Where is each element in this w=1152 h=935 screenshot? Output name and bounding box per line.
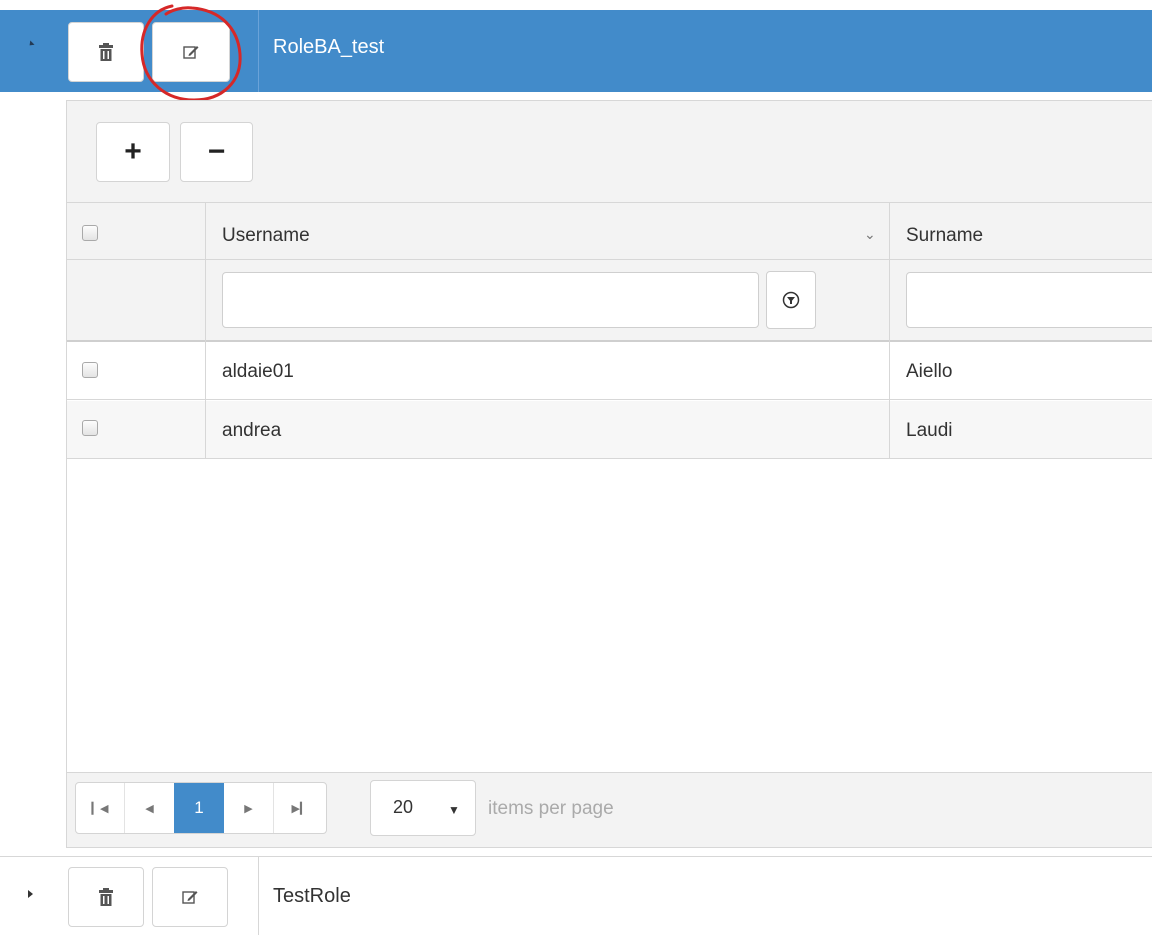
- add-user-button[interactable]: +: [96, 122, 170, 182]
- minus-icon: −: [207, 135, 226, 168]
- cell-surname: Aiello: [906, 361, 953, 382]
- page-number-button[interactable]: 1: [174, 783, 224, 833]
- expand-arrow-icon[interactable]: [28, 890, 33, 898]
- delete-role-button[interactable]: [68, 22, 144, 82]
- delete-role-button[interactable]: [68, 867, 144, 927]
- column-divider: [889, 203, 890, 459]
- items-per-page-label: items per page: [488, 798, 614, 819]
- row-divider: [258, 10, 259, 92]
- surname-filter-input[interactable]: [906, 272, 1152, 328]
- edit-role-button[interactable]: [152, 867, 228, 927]
- trash-icon: [99, 888, 113, 906]
- trash-icon: [99, 43, 113, 61]
- last-page-button[interactable]: ▶▎: [274, 783, 326, 833]
- role-name[interactable]: TestRole: [273, 885, 351, 908]
- username-filter-input[interactable]: [222, 272, 759, 328]
- column-header-username[interactable]: Username: [222, 225, 310, 247]
- cell-username: andrea: [222, 420, 282, 441]
- filter-icon: [782, 291, 800, 309]
- edit-icon: [183, 46, 199, 59]
- select-all-checkbox[interactable]: [82, 225, 98, 241]
- chevron-down-icon[interactable]: ⌄: [864, 226, 876, 243]
- row-divider: [258, 856, 259, 935]
- cell-username: aldaie01: [222, 361, 294, 382]
- next-page-button[interactable]: ▶: [224, 783, 274, 833]
- row-checkbox[interactable]: [82, 420, 98, 436]
- cell-surname: Laudi: [906, 420, 953, 441]
- column-header-surname[interactable]: Surname: [906, 225, 983, 247]
- prev-page-icon: ◀: [145, 802, 154, 815]
- prev-page-button[interactable]: ◀: [124, 783, 174, 833]
- page-size-select[interactable]: [370, 780, 476, 836]
- last-page-icon: ▶▎: [291, 802, 309, 815]
- first-page-icon: ▎◀: [91, 802, 109, 815]
- edit-role-button[interactable]: [152, 22, 230, 82]
- next-page-icon: ▶: [244, 802, 253, 815]
- page-size-value: 20: [393, 797, 414, 817]
- plus-icon: +: [124, 135, 142, 168]
- filter-button[interactable]: [766, 271, 816, 329]
- caret-down-icon: ▼: [448, 803, 460, 817]
- column-divider: [205, 203, 206, 459]
- role-name[interactable]: RoleBA_test: [273, 36, 384, 59]
- edit-icon: [182, 891, 198, 904]
- row-checkbox[interactable]: [82, 362, 98, 378]
- first-page-button[interactable]: ▎◀: [76, 783, 124, 833]
- remove-user-button[interactable]: −: [180, 122, 253, 182]
